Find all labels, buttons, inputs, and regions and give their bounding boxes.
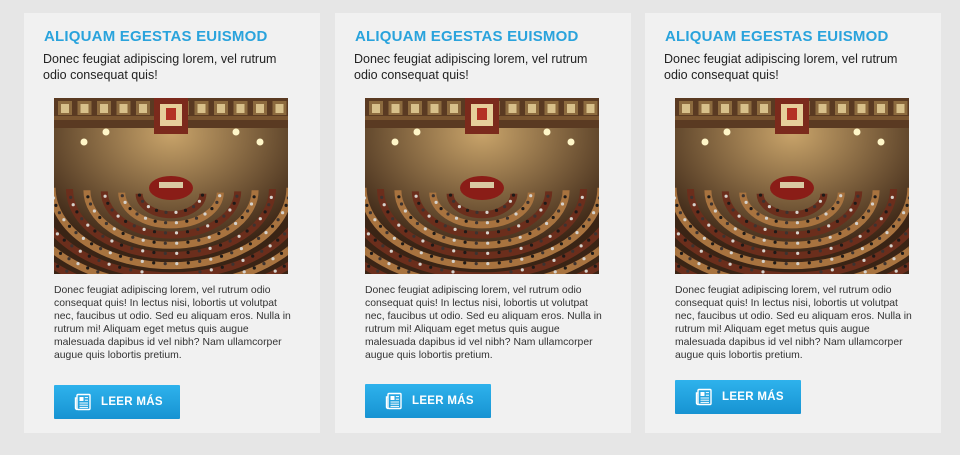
parliament-photo xyxy=(54,98,288,274)
card-subtitle: Donec feugiat adipiscing lorem, vel rutr… xyxy=(43,52,277,82)
newspaper-icon xyxy=(74,393,92,411)
read-more-label: LEER MÁS xyxy=(412,395,474,407)
card-title: ALIQUAM EGESTAS EUISMOD xyxy=(44,28,268,45)
article-card: ALIQUAM EGESTAS EUISMOD Donec feugiat ad… xyxy=(645,13,941,433)
card-body: Donec feugiat adipiscing lorem, vel rutr… xyxy=(54,285,291,362)
read-more-label: LEER MÁS xyxy=(101,396,163,408)
read-more-label: LEER MÁS xyxy=(722,391,784,403)
parliament-photo xyxy=(365,98,599,274)
article-card: ALIQUAM EGESTAS EUISMOD Donec feugiat ad… xyxy=(24,13,320,433)
read-more-button[interactable]: LEER MÁS xyxy=(365,384,491,418)
card-body: Donec feugiat adipiscing lorem, vel rutr… xyxy=(675,285,912,362)
read-more-button[interactable]: LEER MÁS xyxy=(54,385,180,419)
card-title: ALIQUAM EGESTAS EUISMOD xyxy=(355,28,579,45)
card-title: ALIQUAM EGESTAS EUISMOD xyxy=(665,28,889,45)
card-subtitle: Donec feugiat adipiscing lorem, vel rutr… xyxy=(354,52,588,82)
card-body: Donec feugiat adipiscing lorem, vel rutr… xyxy=(365,285,602,362)
parliament-photo xyxy=(675,98,909,274)
newspaper-icon xyxy=(385,392,403,410)
card-subtitle: Donec feugiat adipiscing lorem, vel rutr… xyxy=(664,52,898,82)
read-more-button[interactable]: LEER MÁS xyxy=(675,380,801,414)
article-card: ALIQUAM EGESTAS EUISMOD Donec feugiat ad… xyxy=(335,13,631,433)
newspaper-icon xyxy=(695,388,713,406)
